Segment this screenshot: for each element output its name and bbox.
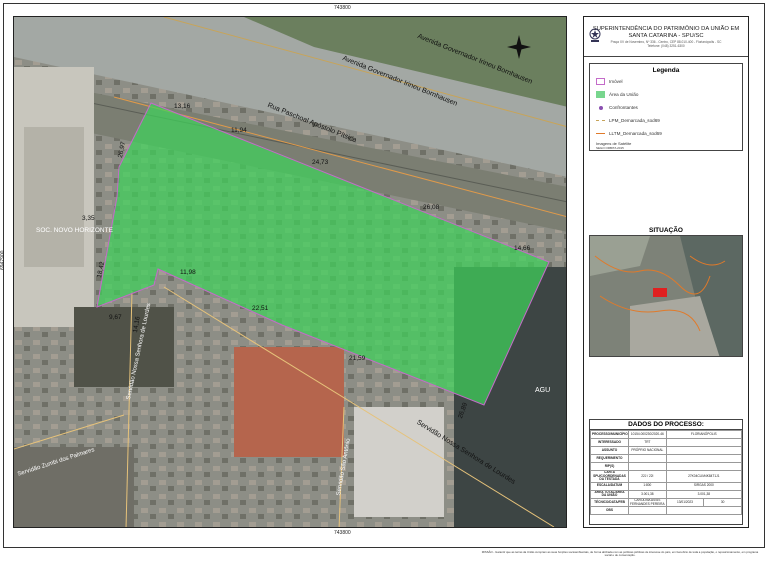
legend-note-source: SEGO ORBITA 2015 bbox=[596, 146, 624, 150]
brasao-icon bbox=[589, 28, 601, 42]
header-block: SUPERINTENDÊNCIA DO PATRIMÔNIO DA UNIÃO … bbox=[584, 17, 748, 57]
situacao-highlight bbox=[653, 288, 667, 297]
process-row: ÁREA TOTAL/ÁREA DA UNIÃO 3.001,38 3.001,38 bbox=[590, 489, 743, 499]
measurement-label: 24,73 bbox=[312, 159, 329, 166]
process-row-key: REQUERIMENTO bbox=[590, 454, 629, 463]
process-row-value bbox=[665, 462, 743, 471]
header-title-line1: SUPERINTENDÊNCIA DO PATRIMÔNIO DA UNIÃO … bbox=[592, 26, 740, 32]
process-row-value bbox=[628, 454, 667, 463]
place-label-agu: AGU bbox=[535, 387, 551, 394]
process-row-key: ÁREA TOTAL/ÁREA DA UNIÃO bbox=[590, 489, 629, 499]
process-row-key: TÉCNICO/DATA/FEB bbox=[590, 497, 629, 508]
process-row-value bbox=[628, 506, 667, 516]
legend-title: Legenda bbox=[652, 67, 680, 74]
situacao-title: SITUAÇÃO bbox=[649, 227, 683, 234]
header-address-line2: Telefone: (048) 3251-6300 bbox=[647, 44, 685, 48]
situacao-inset-map bbox=[590, 236, 742, 356]
process-row: CARTA SPU/COORDENADAS DA TESTADA 22J / 22… bbox=[590, 470, 743, 483]
process-row-value: TRT bbox=[628, 438, 667, 447]
process-row: RIP(S) bbox=[590, 462, 743, 471]
process-row-value bbox=[665, 506, 743, 516]
header-title-line2: SANTA CATARINA - SPU/SC bbox=[628, 33, 704, 39]
legend-item-lltm: LLTM_Demarcada_sod69 bbox=[596, 130, 662, 137]
legend-box: Legenda Imóvel Área da União Confrontant… bbox=[589, 63, 743, 151]
process-row-value bbox=[628, 462, 667, 471]
process-row-value bbox=[665, 446, 743, 455]
place-label-soc: SOC. NOVO HORIZONTE bbox=[36, 227, 113, 234]
legend-item-confrontantes: Confrontantes bbox=[596, 104, 638, 111]
process-row-value: CAROLINA ASSIS FERNANDES PEREIRA bbox=[628, 497, 667, 508]
process-row: REQUERIMENTO bbox=[590, 454, 743, 463]
measurement-label: 14,66 bbox=[514, 245, 531, 252]
situacao-map[interactable] bbox=[589, 235, 743, 357]
process-row-value: 22J / 22I bbox=[628, 470, 667, 483]
mission-footnote: MISSÃO - Garantir que as terras da União… bbox=[481, 550, 759, 558]
process-row-key: ASSUNTO bbox=[590, 446, 629, 455]
legend-item-area-uniao: Área da União bbox=[596, 91, 638, 98]
main-map[interactable]: Avenida Governador Irineu Bornhausen Ave… bbox=[13, 16, 567, 528]
measurement-label: 3,35 bbox=[82, 215, 95, 222]
process-row: ESCALA/DATUM 1:800 SIRGAS 2000 bbox=[590, 481, 743, 491]
measurement-label: 11,98 bbox=[180, 269, 196, 276]
process-row-key: OBS bbox=[590, 506, 629, 516]
coord-bottom-label: 743800 bbox=[334, 530, 351, 536]
confrontantes-dot-icon bbox=[596, 104, 605, 111]
process-row-value bbox=[665, 454, 743, 463]
measurement-label: 22,51 bbox=[252, 305, 269, 312]
process-row-value: FLORIANÓPOLIS bbox=[665, 430, 743, 439]
process-row-key: RIP(S) bbox=[590, 462, 629, 471]
process-row-value: 27K04CLIM4K84T1J1 bbox=[665, 470, 743, 483]
process-row-value: 3.001,38 bbox=[665, 489, 743, 499]
coord-top-label: 743800 bbox=[334, 5, 351, 11]
process-row: INTERESSADO TRT bbox=[590, 438, 743, 447]
legend-item-imovel: Imóvel bbox=[596, 78, 623, 85]
process-row-value: SIRGAS 2000 bbox=[665, 481, 743, 491]
process-row-key: PROCESSO/MUNICÍPIO bbox=[590, 430, 629, 439]
process-row: ASSUNTO PRÓPRIO NACIONAL bbox=[590, 446, 743, 455]
lpm-line-icon bbox=[596, 117, 605, 124]
process-title: DADOS DO PROCESSO: bbox=[590, 420, 742, 430]
measurement-label: 21,59 bbox=[349, 355, 366, 362]
process-row: PROCESSO/MUNICÍPIO 10154.000230/2020-46 FL… bbox=[590, 430, 743, 439]
process-row: TÉCNICO/DATA/FEB CAROLINA ASSIS FERNANDES… bbox=[590, 497, 742, 508]
process-data-box: DADOS DO PROCESSO: PROCESSO/MUNICÍPIO 101… bbox=[589, 419, 743, 525]
process-row-value: 10154.000230/2020-46 bbox=[628, 430, 667, 439]
imovel-swatch-icon bbox=[596, 78, 605, 85]
measurement-label: 9,67 bbox=[109, 314, 122, 321]
process-row-value: 1:800 bbox=[628, 481, 667, 491]
measurement-label: 11,94 bbox=[231, 127, 247, 134]
process-row: OBS bbox=[590, 506, 743, 516]
process-table: PROCESSO/MUNICÍPIO 10154.000230/2020-46 FL… bbox=[590, 430, 743, 516]
lltm-line-icon bbox=[596, 130, 605, 137]
process-row-value bbox=[665, 438, 743, 447]
coord-left-label: 6947900 bbox=[0, 250, 6, 270]
process-row-key: ESCALA/DATUM bbox=[590, 481, 629, 491]
measurement-label: 13,16 bbox=[174, 103, 191, 110]
info-panel: SUPERINTENDÊNCIA DO PATRIMÔNIO DA UNIÃO … bbox=[583, 16, 749, 528]
legend-item-lpm: LPM_Demarcada_sod69 bbox=[596, 117, 660, 124]
process-row-value: 3.001,38 bbox=[628, 489, 667, 499]
process-row-value: PRÓPRIO NACIONAL bbox=[628, 446, 667, 455]
area-uniao-swatch-icon bbox=[596, 91, 605, 98]
process-row-value: 13/01/2023 bbox=[665, 497, 705, 508]
process-row-key: INTERESSADO bbox=[590, 438, 629, 447]
process-row-value: 30 bbox=[703, 497, 742, 508]
measurement-label: 26,08 bbox=[423, 204, 440, 211]
process-row-key: CARTA SPU/COORDENADAS DA TESTADA bbox=[590, 470, 629, 483]
